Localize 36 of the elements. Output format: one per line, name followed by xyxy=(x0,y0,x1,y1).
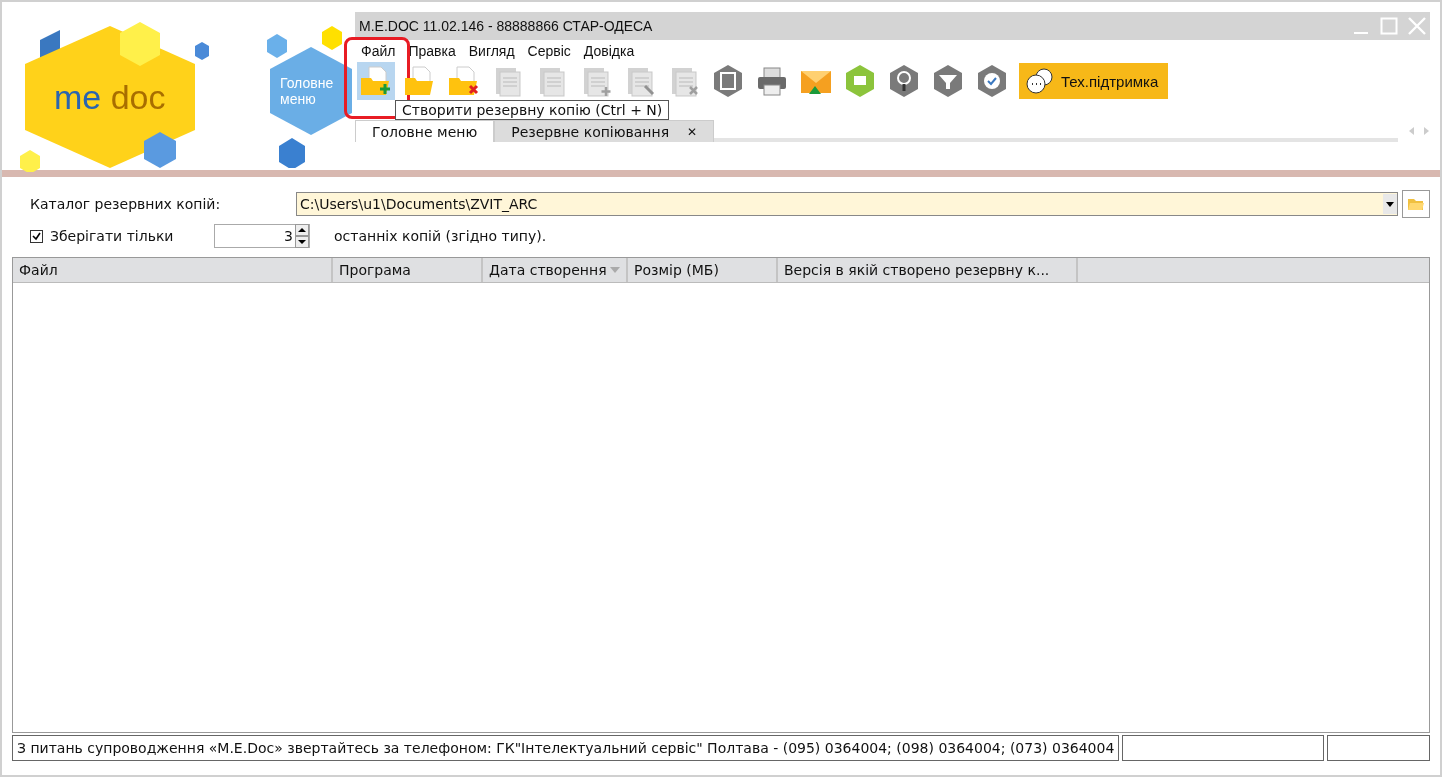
printer-icon xyxy=(755,64,789,98)
check-icon xyxy=(975,64,1009,98)
keep-label: Зберігати тільки xyxy=(50,228,175,244)
support-button[interactable]: Тех.підтримка xyxy=(1019,63,1169,99)
column-header[interactable]: Програма xyxy=(333,258,483,282)
catalog-label: Каталог резервних копій: xyxy=(29,196,222,212)
menu-item[interactable]: Сервіс xyxy=(527,43,571,59)
spinner-arrows-icon[interactable] xyxy=(295,224,309,248)
tab[interactable]: Головне меню xyxy=(355,120,495,142)
folder-icon xyxy=(1407,196,1425,212)
window-title: M.E.DOC 11.02.146 - 88888866 СТАР-ОДЕСА xyxy=(359,18,653,34)
sort-icon xyxy=(610,267,620,273)
menu-item[interactable]: Вигляд xyxy=(468,43,515,59)
menu-item[interactable]: Правка xyxy=(408,43,456,59)
browse-button[interactable] xyxy=(1402,190,1430,218)
status-text: З питань супроводження «M.E.Doc» звертайтесь за телефоном: ГК"Інтелектуальний сервіс" Полтава - (095) 0364004; (098) 0364004; (073) 0364004 xyxy=(12,735,1120,761)
column-header[interactable]: Дата створення xyxy=(483,258,628,282)
search-icon xyxy=(887,64,921,98)
keep-suffix: останніх копій (згідно типу). xyxy=(334,228,547,244)
copies-spinner[interactable]: 3 xyxy=(214,224,310,248)
catalog-dropdown[interactable]: C:\Users\u1\Documents\ZVIT_ARC xyxy=(296,192,1398,216)
folder-delete-icon xyxy=(447,64,481,98)
tooltip: Створити резервну копію (Ctrl + N) xyxy=(395,100,670,120)
close-tab-button[interactable]: ✕ xyxy=(687,124,698,139)
new-folder-icon xyxy=(359,64,393,98)
logo-text: me doc xyxy=(54,78,166,117)
column-header[interactable]: Файл xyxy=(13,258,333,282)
filter-icon xyxy=(931,64,965,98)
column-header[interactable]: Версія в якій створено резервну к... xyxy=(778,258,1078,282)
keep-checkbox[interactable] xyxy=(30,229,43,243)
menu-item[interactable]: Файл xyxy=(361,43,396,59)
tab[interactable]: Резервне копіювання ✕ xyxy=(494,120,715,142)
chat-icon xyxy=(1025,67,1055,95)
column-header[interactable]: Розмір (МБ) xyxy=(628,258,778,282)
menu-item[interactable]: Довідка xyxy=(583,43,635,59)
toolbar-button[interactable] xyxy=(357,62,395,100)
